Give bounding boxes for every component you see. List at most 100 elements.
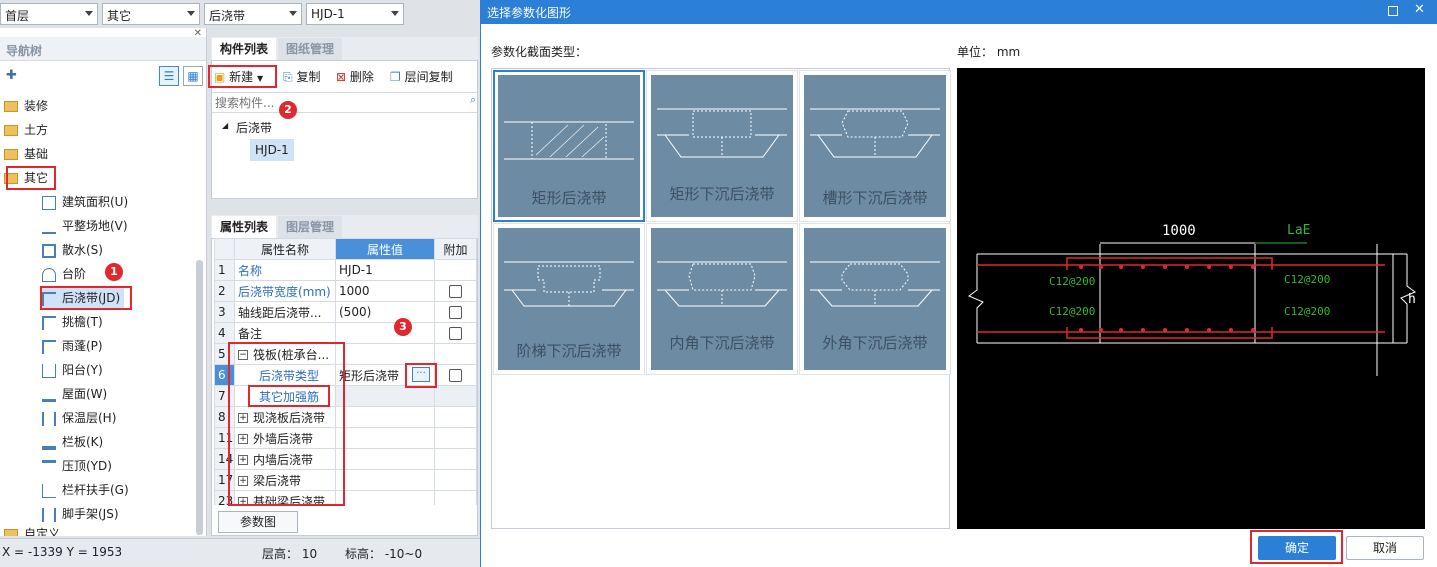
shape-label: 槽形下沉后浇带 (822, 189, 928, 207)
nav-item-railing[interactable]: 栏杆扶手(G) (42, 479, 129, 501)
balcony-icon (42, 363, 56, 378)
category-select[interactable]: 其它 (102, 3, 200, 25)
type-select[interactable]: 后浇带 (204, 3, 302, 25)
area-icon (42, 195, 56, 210)
item-select[interactable]: HJD-1 (306, 3, 404, 25)
attach-checkbox[interactable] (449, 327, 462, 340)
nav-item-steps[interactable]: 台阶 (42, 263, 86, 285)
step-badge-3: 3 (394, 318, 412, 336)
maximize-icon[interactable] (1388, 6, 1398, 16)
nav-item-leveling[interactable]: 平整场地(V) (42, 215, 128, 237)
nav-item-coping[interactable]: 压顶(YD) (42, 455, 112, 477)
attach-checkbox[interactable] (449, 285, 462, 298)
shape-groove-sunken-strip[interactable]: 槽形下沉后浇带 (799, 70, 951, 222)
nav-folder-foundation[interactable]: 基础 (4, 143, 48, 165)
step-badge-1: 1 (105, 263, 123, 281)
highlight-other-rebar (248, 385, 330, 407)
shape-thumb: 矩形后浇带 (498, 75, 640, 217)
grid-view-icon[interactable]: ▦ (183, 66, 203, 86)
table-row[interactable]: 4 备注 (214, 322, 477, 344)
dim-height: h (1408, 292, 1416, 307)
rebar-label-top-right: C12@200 (1284, 273, 1331, 286)
folder-icon (4, 101, 18, 112)
shape-label: 内角下沉后浇带 (669, 334, 775, 352)
steps-icon (42, 267, 56, 282)
nav-item-balcony[interactable]: 阳台(Y) (42, 359, 103, 381)
nav-folder-decoration[interactable]: 装修 (4, 95, 48, 117)
coping-icon (42, 459, 56, 474)
tree-root-label[interactable]: 后浇带 (236, 119, 272, 136)
dialog-title: 选择参数化图形 (487, 6, 572, 20)
shape-label: 矩形后浇带 (531, 189, 607, 207)
copy-button[interactable]: ⎘ 复制 (283, 68, 320, 86)
tab-drawing-manage[interactable]: 图纸管理 (278, 38, 343, 60)
shape-rect-strip[interactable]: 矩形后浇带 (493, 70, 645, 222)
nav-item-parapet[interactable]: 栏板(K) (42, 431, 103, 453)
canopy-icon (42, 339, 56, 354)
nav-item-eave[interactable]: 挑檐(T) (42, 311, 103, 333)
shape-thumb: 阶梯下沉后浇带 (498, 228, 640, 370)
shape-thumb: 内角下沉后浇带 (651, 228, 793, 370)
folder-icon (4, 529, 18, 536)
nav-item-insulation[interactable]: 保温层(H) (42, 407, 116, 429)
eave-icon (42, 315, 56, 330)
apron-icon (42, 243, 56, 258)
table-row[interactable]: 2 后浇带宽度(mm) 1000 (214, 280, 477, 302)
nav-folder-custom[interactable]: 自定义 (4, 527, 60, 536)
tab-property-list[interactable]: 属性列表 (212, 216, 277, 238)
shape-label: 阶梯下沉后浇带 (516, 342, 622, 360)
col-value-header: 属性值 (335, 238, 435, 260)
chevron-down-icon (391, 11, 399, 16)
table-row[interactable]: 3 轴线距后浇带... (500) (214, 301, 477, 323)
tree-root-toggle-icon[interactable]: ◢ (222, 121, 228, 130)
unit-label: 单位： mm (957, 45, 1021, 59)
nav-scrollbar[interactable] (196, 260, 203, 535)
copy-icon: ⎘ (283, 70, 293, 84)
status-elevation: 标高： -10~0 (345, 547, 423, 561)
highlight-props (228, 342, 345, 506)
shape-rect-sunken-strip[interactable]: 矩形下沉后浇带 (646, 70, 798, 222)
tab-layer-manage[interactable]: 图层管理 (278, 216, 343, 238)
shape-outer-corner-sunken-strip[interactable]: 外角下沉后浇带 (799, 223, 951, 375)
nav-item-apron[interactable]: 散水(S) (42, 239, 103, 261)
nav-item-canopy[interactable]: 雨蓬(P) (42, 335, 103, 357)
nav-folder-earthwork[interactable]: 土方 (4, 119, 48, 141)
rebar-label-top-left: C12@200 (1049, 275, 1096, 288)
tab-component-list[interactable]: 构件列表 (212, 38, 277, 60)
floor-copy-button[interactable]: ❐ 层间复制 (390, 68, 453, 86)
delete-button[interactable]: ⊠ 删除 (336, 68, 374, 86)
highlight-ok (1250, 530, 1343, 564)
shape-thumb: 矩形下沉后浇带 (651, 75, 793, 217)
close-icon[interactable]: ✕ (1414, 2, 1425, 17)
dim-lae: LaE (1287, 223, 1311, 238)
section-preview-drawing (968, 242, 1416, 376)
attach-checkbox[interactable] (449, 306, 462, 319)
folder-icon (4, 149, 18, 160)
list-view-icon[interactable]: ☰ (159, 66, 179, 86)
delete-icon: ⊠ (336, 70, 347, 84)
shape-thumb: 外角下沉后浇带 (804, 228, 946, 370)
step-badge-2: 2 (279, 101, 297, 119)
section-label: 参数化截面类型： (491, 45, 588, 59)
floor-select[interactable]: 首层 (0, 3, 98, 25)
chevron-down-icon (289, 11, 297, 16)
param-diagram-button[interactable]: 参数图 (218, 511, 298, 533)
leveling-icon (42, 220, 56, 234)
component-search-input[interactable] (212, 92, 477, 113)
table-row[interactable]: 1 名称 HJD-1 (214, 259, 477, 281)
shape-label: 矩形下沉后浇带 (669, 185, 775, 203)
attach-checkbox[interactable] (449, 369, 462, 382)
highlight-new (208, 65, 277, 88)
shape-step-sunken-strip[interactable]: 阶梯下沉后浇带 (493, 223, 645, 375)
tree-child-hjd1[interactable]: HJD-1 (250, 139, 294, 161)
col-no-header (214, 238, 235, 260)
dialog-titlebar (480, 0, 1437, 24)
nav-item-area[interactable]: 建筑面积(U) (42, 191, 128, 213)
shape-inner-corner-sunken-strip[interactable]: 内角下沉后浇带 (646, 223, 798, 375)
search-icon[interactable]: ⌕ (470, 93, 476, 107)
shape-label: 外角下沉后浇带 (822, 334, 928, 352)
nav-item-scaffold[interactable]: 脚手架(JS) (42, 503, 119, 525)
add-icon[interactable]: ✚ (6, 68, 17, 83)
cancel-button[interactable]: 取消 (1346, 536, 1424, 560)
nav-item-roof[interactable]: 屋面(W) (42, 383, 107, 405)
